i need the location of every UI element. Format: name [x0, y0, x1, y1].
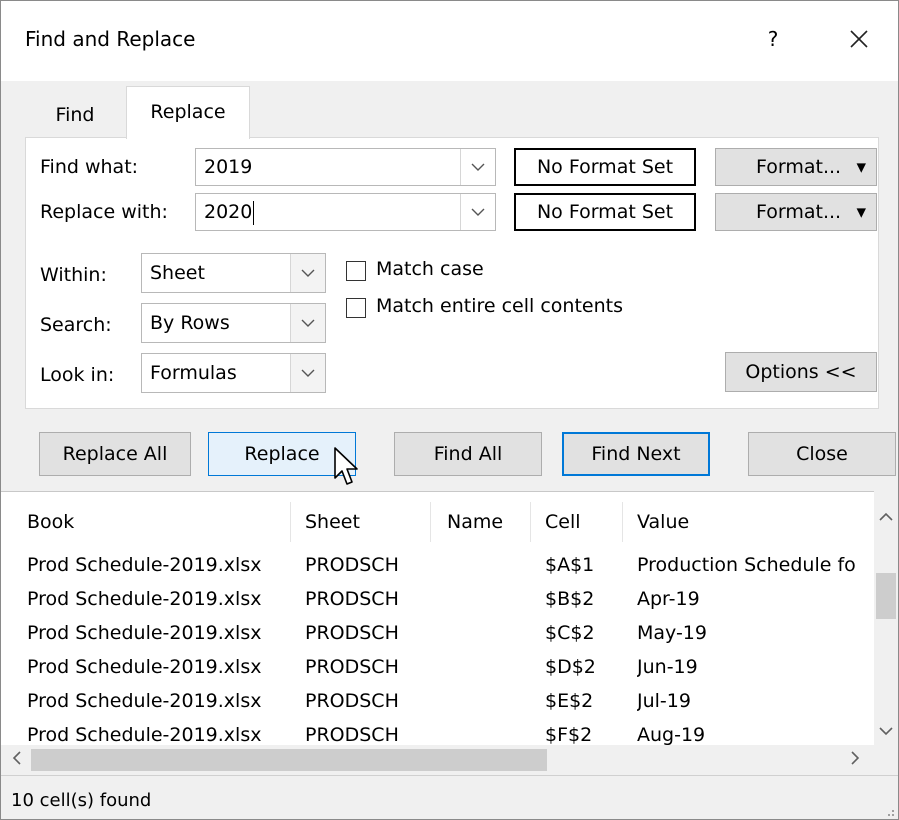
results-list: Book Sheet Name Cell Value Prod Schedule…: [1, 491, 898, 774]
dialog-client: Find Replace Find what: 2019 No Format S…: [1, 81, 898, 491]
find-format-label: Format...: [756, 156, 842, 178]
replace-with-value: 2020: [204, 201, 253, 223]
find-what-dropdown[interactable]: [460, 149, 495, 185]
within-select[interactable]: Sheet: [141, 253, 326, 293]
help-button[interactable]: ?: [753, 19, 793, 59]
status-text: 10 cell(s) found: [11, 790, 152, 811]
cell-value: Jun-19: [637, 656, 698, 678]
find-format-button[interactable]: Format... ▾: [715, 148, 877, 186]
search-label: Search:: [40, 314, 112, 336]
close-button[interactable]: Close: [748, 432, 896, 476]
cell-book: Prod Schedule-2019.xlsx: [27, 656, 262, 678]
scroll-down-icon[interactable]: [874, 717, 898, 745]
col-header-book[interactable]: Book: [1, 502, 291, 542]
text-caret: [253, 200, 255, 225]
col-header-value[interactable]: Value: [623, 502, 874, 542]
chevron-down-icon: [301, 319, 315, 327]
dialog-title: Find and Replace: [25, 27, 196, 51]
replace-with-input[interactable]: 2020: [204, 194, 255, 230]
chevron-down-icon: [301, 369, 315, 377]
format-dropdown-icon: ▾: [856, 156, 866, 178]
cell-sheet: PRODSCH: [305, 656, 399, 678]
col-header-sheet[interactable]: Sheet: [291, 502, 431, 542]
vertical-scroll-thumb[interactable]: [876, 573, 896, 619]
close-icon: [850, 30, 868, 48]
find-replace-dialog: Find and Replace ? Find Replace Find wha…: [0, 0, 899, 820]
vertical-scrollbar[interactable]: [874, 491, 898, 745]
close-window-button[interactable]: [839, 19, 879, 59]
replace-with-label: Replace with:: [40, 201, 168, 223]
replace-format-preview: No Format Set: [514, 193, 696, 231]
replace-format-label: Format...: [756, 201, 842, 223]
table-row[interactable]: Prod Schedule-2019.xlsx PRODSCH $E$2 Jul…: [1, 684, 873, 718]
match-case-checkbox[interactable]: [346, 261, 366, 281]
cell-ref: $C$2: [545, 622, 595, 644]
cell-value: Production Schedule fo: [637, 554, 856, 576]
search-dropdown[interactable]: [290, 304, 325, 342]
mouse-pointer-icon: [334, 447, 358, 485]
look-in-value: Formulas: [150, 362, 237, 384]
find-next-button[interactable]: Find Next: [562, 432, 710, 476]
cell-book: Prod Schedule-2019.xlsx: [27, 690, 262, 712]
scroll-right-icon[interactable]: [843, 746, 867, 774]
search-select[interactable]: By Rows: [141, 303, 326, 343]
chevron-down-icon: [301, 269, 315, 277]
col-header-name[interactable]: Name: [431, 502, 531, 542]
cell-ref: $D$2: [545, 656, 596, 678]
replace-format-button[interactable]: Format... ▾: [715, 193, 877, 231]
replace-with-dropdown[interactable]: [460, 194, 495, 230]
cell-ref: $A$1: [545, 554, 595, 576]
within-label: Within:: [40, 264, 107, 286]
scrollbar-corner: [874, 745, 898, 775]
look-in-dropdown[interactable]: [290, 354, 325, 392]
look-in-select[interactable]: Formulas: [141, 353, 326, 393]
table-row[interactable]: Prod Schedule-2019.xlsx PRODSCH $C$2 May…: [1, 616, 873, 650]
find-format-preview: No Format Set: [514, 148, 696, 186]
cell-sheet: PRODSCH: [305, 554, 399, 576]
cell-book: Prod Schedule-2019.xlsx: [27, 554, 262, 576]
find-what-input[interactable]: 2019: [204, 149, 252, 185]
cell-book: Prod Schedule-2019.xlsx: [27, 622, 262, 644]
within-dropdown[interactable]: [290, 254, 325, 292]
tab-find[interactable]: Find: [25, 92, 125, 138]
find-what-label: Find what:: [40, 156, 139, 178]
cell-sheet: PRODSCH: [305, 588, 399, 610]
col-header-cell[interactable]: Cell: [531, 502, 623, 542]
scroll-left-icon[interactable]: [5, 746, 29, 774]
status-bar: 10 cell(s) found: [1, 775, 898, 819]
match-case-label[interactable]: Match case: [376, 258, 484, 280]
cell-value: May-19: [637, 622, 707, 644]
title-bar: Find and Replace ?: [1, 1, 898, 81]
cell-sheet: PRODSCH: [305, 690, 399, 712]
cell-ref: $E$2: [545, 690, 594, 712]
table-row[interactable]: Prod Schedule-2019.xlsx PRODSCH $A$1 Pro…: [1, 548, 873, 582]
format-dropdown-icon: ▾: [856, 201, 866, 223]
find-all-button[interactable]: Find All: [394, 432, 542, 476]
cell-value: Jul-19: [637, 690, 691, 712]
horizontal-scroll-thumb[interactable]: [31, 749, 547, 771]
scroll-up-icon[interactable]: [874, 503, 898, 531]
search-value: By Rows: [150, 312, 230, 334]
match-entire-checkbox[interactable]: [346, 298, 366, 318]
replace-all-button[interactable]: Replace All: [39, 432, 191, 476]
options-button[interactable]: Options <<: [725, 352, 877, 392]
replace-with-combo[interactable]: 2020: [195, 193, 496, 231]
chevron-down-icon: [471, 208, 485, 216]
match-entire-label[interactable]: Match entire cell contents: [376, 295, 623, 317]
cell-value: Apr-19: [637, 588, 700, 610]
find-what-combo[interactable]: 2019: [195, 148, 496, 186]
chevron-down-icon: [471, 163, 485, 171]
table-row[interactable]: Prod Schedule-2019.xlsx PRODSCH $D$2 Jun…: [1, 650, 873, 684]
cell-ref: $B$2: [545, 588, 595, 610]
table-row[interactable]: Prod Schedule-2019.xlsx PRODSCH $B$2 Apr…: [1, 582, 873, 616]
within-value: Sheet: [150, 262, 205, 284]
horizontal-scrollbar[interactable]: [1, 745, 874, 775]
cell-sheet: PRODSCH: [305, 622, 399, 644]
cell-book: Prod Schedule-2019.xlsx: [27, 588, 262, 610]
tab-replace[interactable]: Replace: [126, 86, 250, 139]
resize-grip-icon[interactable]: [882, 804, 896, 818]
look-in-label: Look in:: [40, 364, 115, 386]
replace-panel: Find what: 2019 No Format Set Format... …: [25, 137, 879, 409]
